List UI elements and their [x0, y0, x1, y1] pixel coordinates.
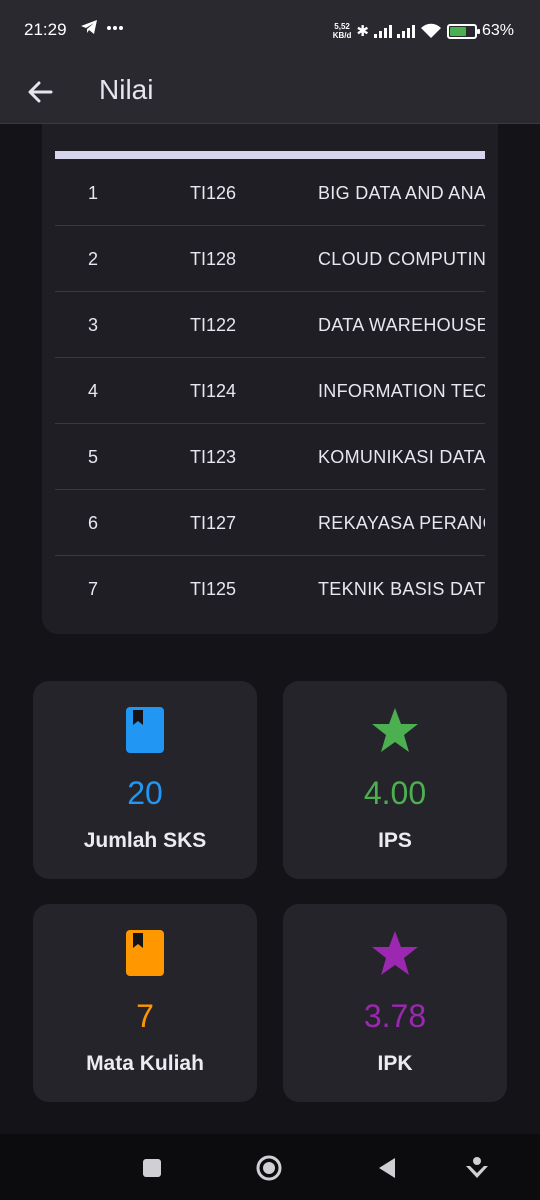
- system-nav-bar: [0, 1134, 540, 1200]
- table-row: 6 TI127 REKAYASA PERANC: [55, 490, 485, 556]
- cell-code: TI123: [190, 447, 237, 467]
- battery-percent: 63%: [481, 22, 514, 39]
- telegram-icon: [81, 20, 97, 34]
- cell-no: 2: [88, 249, 99, 269]
- cell-no: 5: [88, 447, 99, 467]
- stat-card-ips: 4.00 IPS: [283, 681, 507, 879]
- grades-table[interactable]: 1 TI126 BIG DATA AND ANA 2 TI128 CLOUD C…: [55, 160, 485, 622]
- bluetooth-icon: ✱: [356, 23, 369, 40]
- cell-no: 3: [88, 315, 99, 335]
- stat-value-ipk: 3.78: [363, 998, 427, 1034]
- grades-table-card[interactable]: 1 TI126 BIG DATA AND ANA 2 TI128 CLOUD C…: [42, 124, 498, 634]
- cell-code: TI126: [190, 183, 237, 203]
- signal-icon-2: [396, 24, 415, 38]
- home-button[interactable]: [252, 1151, 286, 1185]
- cell-course-name: REKAYASA PERANC: [318, 513, 485, 533]
- cell-no: 7: [88, 579, 99, 599]
- assistant-icon: [466, 1157, 488, 1178]
- stat-label-ips: IPS: [378, 829, 412, 852]
- cell-course-name: INFORMATION TEC: [318, 381, 485, 401]
- cell-no: 4: [88, 381, 99, 401]
- back-button[interactable]: [20, 70, 60, 114]
- main-content[interactable]: 1 TI126 BIG DATA AND ANA 2 TI128 CLOUD C…: [0, 124, 540, 1134]
- table-row: 2 TI128 CLOUD COMPUTIN: [55, 226, 485, 292]
- table-row: 4 TI124 INFORMATION TEC: [55, 358, 485, 424]
- status-time: 21:29: [24, 20, 67, 39]
- cell-code: TI124: [190, 381, 237, 401]
- cell-code: TI127: [190, 513, 237, 533]
- cell-course-name: BIG DATA AND ANA: [318, 183, 485, 203]
- status-left-icons: [80, 19, 124, 38]
- table-row: 5 TI123 KOMUNIKASI DATA: [55, 424, 485, 490]
- recents-square-icon: [143, 1159, 161, 1177]
- cell-no: 6: [88, 513, 99, 533]
- star-icon: [372, 931, 418, 975]
- stat-value-sks: 20: [127, 775, 163, 811]
- network-speed: 5,52 KB/d: [332, 22, 352, 40]
- nav-back-button[interactable]: [370, 1151, 404, 1185]
- recents-button[interactable]: [135, 1151, 169, 1185]
- table-header-bar: [55, 151, 485, 159]
- status-bar: 21:29 5,52 KB/d ✱ 63%: [0, 0, 540, 62]
- stat-label-sks: Jumlah SKS: [83, 829, 207, 852]
- status-right-icons: 5,52 KB/d ✱ 63%: [333, 18, 514, 44]
- cell-course-name: DATA WAREHOUSE: [318, 315, 485, 335]
- cell-course-name: KOMUNIKASI DATA: [318, 447, 485, 467]
- stat-card-jumlah-sks: 20 Jumlah SKS: [33, 681, 257, 879]
- table-row: 7 TI125 TEKNIK BASIS DAT: [55, 556, 485, 622]
- star-icon: [372, 708, 418, 752]
- arrow-left-icon: [28, 81, 53, 103]
- stat-value-matkul: 7: [136, 998, 154, 1034]
- cell-course-name: TEKNIK BASIS DAT: [318, 579, 485, 599]
- stat-label-matkul: Mata Kuliah: [86, 1052, 204, 1075]
- stat-label-ipk: IPK: [377, 1052, 413, 1075]
- assistant-button[interactable]: [460, 1151, 494, 1185]
- battery-icon: [446, 23, 480, 39]
- back-triangle-icon: [379, 1158, 395, 1178]
- bookmark-book-icon: [126, 930, 164, 976]
- wifi-icon: [420, 23, 441, 38]
- cell-code: TI128: [190, 249, 237, 269]
- more-dots-icon: [107, 26, 124, 30]
- cell-code: TI122: [190, 315, 237, 335]
- app-bar: Nilai: [0, 62, 540, 124]
- cell-no: 1: [88, 183, 99, 203]
- table-row: 3 TI122 DATA WAREHOUSE: [55, 292, 485, 358]
- page-title: Nilai: [99, 74, 154, 105]
- stat-value-ips: 4.00: [363, 775, 427, 811]
- table-row: 1 TI126 BIG DATA AND ANA: [55, 160, 485, 226]
- stat-card-ipk: 3.78 IPK: [283, 904, 507, 1102]
- cell-course-name: CLOUD COMPUTIN: [318, 249, 485, 269]
- home-circle-icon: [256, 1155, 282, 1181]
- cell-code: TI125: [190, 579, 237, 599]
- bookmark-book-icon: [126, 707, 164, 753]
- stat-card-mata-kuliah: 7 Mata Kuliah: [33, 904, 257, 1102]
- signal-icon-1: [373, 24, 392, 38]
